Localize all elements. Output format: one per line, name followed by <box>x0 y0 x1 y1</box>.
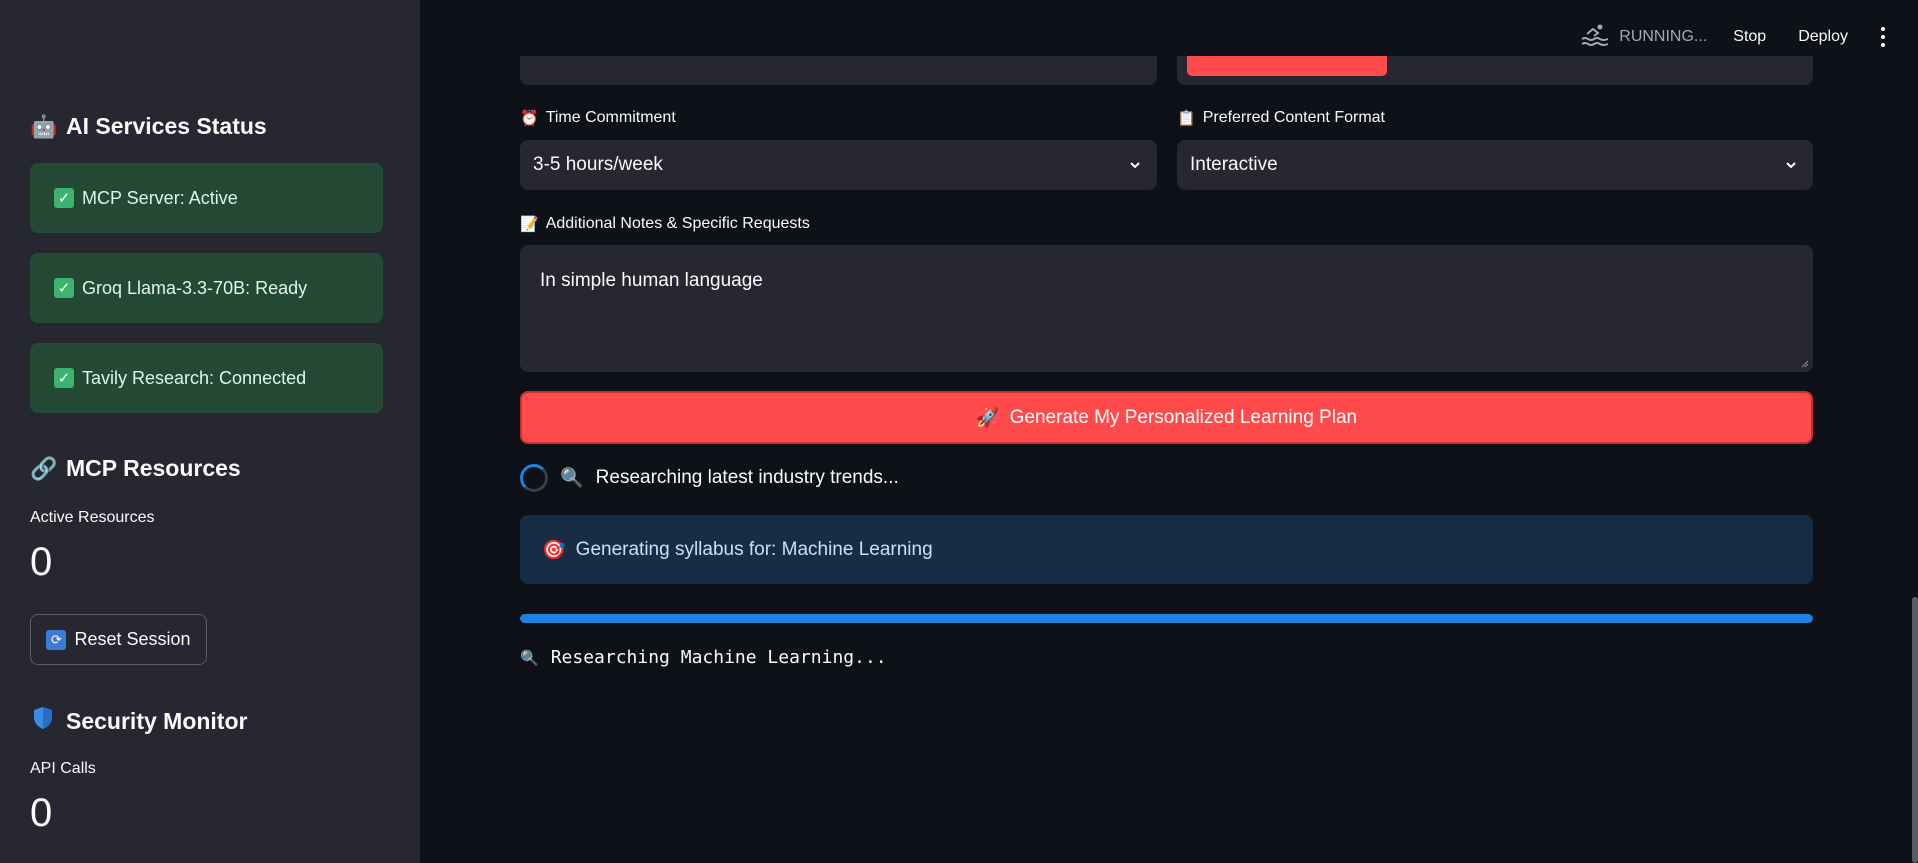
api-calls-value: 0 <box>30 791 53 835</box>
check-icon: ✓ <box>54 278 74 298</box>
status-groq-llama: ✓ Groq Llama-3.3-70B: Ready <box>30 253 383 323</box>
resources-heading: 🔗 MCP Resources <box>30 455 241 481</box>
previous-input-right[interactable] <box>1177 56 1813 85</box>
rocket-icon: 🚀 <box>975 407 1000 429</box>
generate-plan-button[interactable]: 🚀 Generate My Personalized Learning Plan <box>520 391 1813 444</box>
magnifier-icon: 🔍 <box>560 468 584 489</box>
resize-handle-icon[interactable] <box>1799 358 1809 368</box>
chevron-down-icon <box>1786 162 1796 169</box>
progress-bar <box>520 614 1813 623</box>
notes-label: 📝 Additional Notes & Specific Requests <box>520 215 810 233</box>
check-icon: ✓ <box>54 368 74 388</box>
clipboard-icon: 📋 <box>1177 110 1196 127</box>
robot-icon: 🤖 <box>30 113 58 139</box>
main-content: ⏰ Time Commitment 3-5 hours/week 📋 Prefe… <box>520 0 1813 863</box>
shield-icon <box>30 706 56 736</box>
status-tavily: ✓ Tavily Research: Connected <box>30 343 383 413</box>
status-code-text: 🔍 Researching Machine Learning... <box>520 647 887 668</box>
scrollbar-thumb[interactable] <box>1912 597 1918 863</box>
sidebar: 🤖 AI Services Status ✓ MCP Server: Activ… <box>0 0 420 863</box>
check-icon: ✓ <box>54 188 74 208</box>
content-format-select[interactable]: Interactive <box>1177 140 1813 190</box>
time-commitment-label: ⏰ Time Commitment <box>520 109 676 127</box>
notes-textarea[interactable]: In simple human language <box>520 245 1813 372</box>
main-menu-icon[interactable] <box>1880 27 1886 47</box>
slider-track-fill <box>1187 56 1387 76</box>
refresh-icon: ⟳ <box>46 629 67 650</box>
link-icon: 🔗 <box>30 455 58 481</box>
active-resources-value: 0 <box>30 540 53 584</box>
security-heading: Security Monitor <box>30 706 247 736</box>
progress-bar-fill <box>520 614 1813 623</box>
spinner-status: 🔍 Researching latest industry trends... <box>520 464 899 492</box>
content-format-label: 📋 Preferred Content Format <box>1177 109 1385 127</box>
memo-icon: 📝 <box>520 216 539 233</box>
loading-spinner-icon <box>520 464 548 492</box>
api-calls-label: API Calls <box>30 760 96 777</box>
reset-session-button[interactable]: ⟳ Reset Session <box>30 614 207 665</box>
magnifier-icon: 🔍 <box>520 648 539 667</box>
info-alert: 🎯 Generating syllabus for: Machine Learn… <box>520 515 1813 584</box>
active-resources-label: Active Resources <box>30 509 155 526</box>
alarm-clock-icon: ⏰ <box>520 110 539 127</box>
chevron-down-icon <box>1130 162 1140 169</box>
services-heading: 🤖 AI Services Status <box>30 113 267 139</box>
time-commitment-select[interactable]: 3-5 hours/week <box>520 140 1157 190</box>
target-icon: 🎯 <box>542 539 566 561</box>
previous-input-left[interactable] <box>520 56 1157 85</box>
status-mcp-server: ✓ MCP Server: Active <box>30 163 383 233</box>
